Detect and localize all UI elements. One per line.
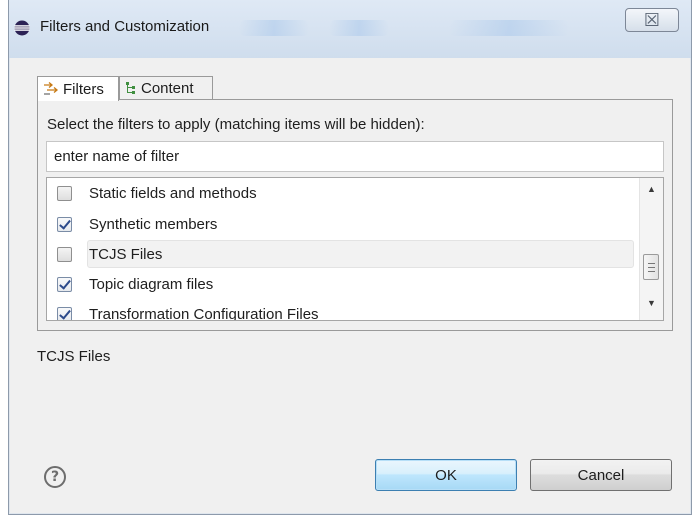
filter-item[interactable]: Topic diagram files xyxy=(47,270,647,298)
content-tree-icon xyxy=(126,82,135,94)
title-bar-background-blur xyxy=(239,20,309,36)
filter-search-input[interactable] xyxy=(46,141,664,172)
filter-item[interactable]: Transformation Configuration Files xyxy=(47,300,647,321)
ok-button[interactable]: OK xyxy=(375,459,517,491)
title-bar[interactable]: Filters and Customization ☒ xyxy=(9,0,691,58)
filter-item[interactable]: Static fields and methods xyxy=(47,179,647,207)
filter-item-label: TCJS Files xyxy=(89,245,163,263)
filter-item[interactable]: Synthetic members xyxy=(47,210,647,238)
filter-list: Static fields and methods Synthetic memb… xyxy=(46,177,664,321)
tab-filters-label: Filters xyxy=(63,80,104,98)
filter-checkbox[interactable] xyxy=(57,246,72,262)
filter-item-label: Synthetic members xyxy=(89,215,218,233)
close-button[interactable]: ☒ xyxy=(625,8,679,32)
tab-filters[interactable]: Filters xyxy=(37,76,119,101)
title-bar-background-blur xyxy=(329,20,389,36)
cancel-button[interactable]: Cancel xyxy=(530,459,672,491)
eclipse-app-icon xyxy=(14,20,30,36)
filter-item-label: Static fields and methods xyxy=(89,184,257,202)
filter-checkbox[interactable] xyxy=(57,306,72,320)
scroll-thumb[interactable] xyxy=(643,254,659,280)
filter-list-scrollbar[interactable]: ▲ ▼ xyxy=(639,178,663,320)
scroll-down-icon[interactable]: ▼ xyxy=(640,298,663,308)
filter-item[interactable]: TCJS Files xyxy=(47,240,647,268)
filter-item-label: Topic diagram files xyxy=(89,275,214,293)
filter-checkbox[interactable] xyxy=(57,216,72,232)
filter-checkbox[interactable] xyxy=(57,276,72,292)
title-bar-background-blur xyxy=(449,20,569,36)
close-icon: ☒ xyxy=(643,10,661,31)
tab-content-label: Content xyxy=(141,80,194,97)
filter-item-label: Transformation Configuration Files xyxy=(89,305,319,321)
scroll-up-icon[interactable]: ▲ xyxy=(640,184,663,194)
help-icon[interactable]: ? xyxy=(44,466,66,488)
window-title: Filters and Customization xyxy=(40,18,210,35)
filters-instructions: Select the filters to apply (matching it… xyxy=(47,116,425,133)
tab-content[interactable]: Content xyxy=(119,76,213,100)
filter-description: TCJS Files xyxy=(37,348,111,365)
filter-checkbox[interactable] xyxy=(57,185,72,201)
filter-arrows-icon xyxy=(44,82,59,95)
